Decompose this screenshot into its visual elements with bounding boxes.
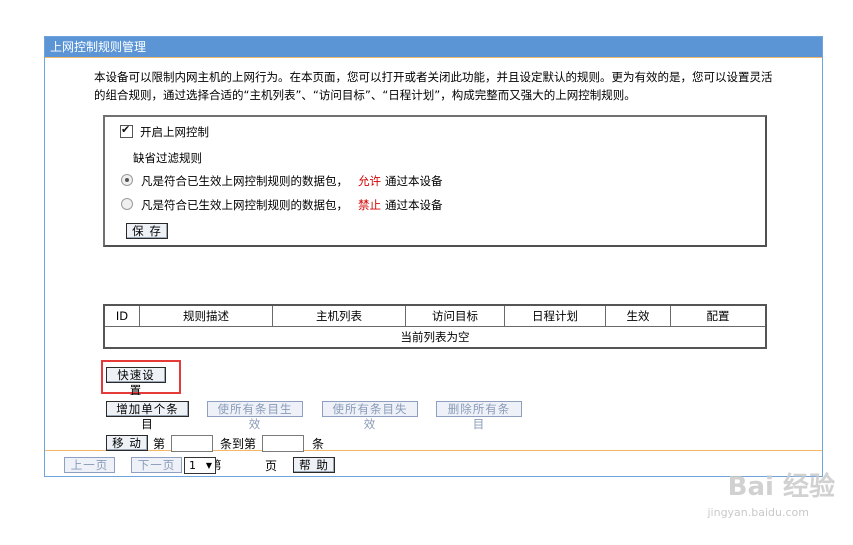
col-schedule: 日程计划 (504, 304, 606, 327)
enable-all-button[interactable]: 使所有条目生效 (207, 401, 303, 431)
panel-body: 本设备可以限制内网主机的上网行为。在本页面，您可以打开或者关闭此功能，并且设定默… (45, 57, 822, 452)
deny-option-row: 凡是符合已生效上网控制规则的数据包， 禁止 通过本设备 (121, 197, 443, 213)
next-page-button[interactable]: 下一页 (131, 457, 182, 473)
watermark-url: jingyan.baidu.com (707, 506, 809, 519)
allow-option-prefix: 凡是符合已生效上网控制规则的数据包， (141, 174, 348, 188)
col-rule-description: 规则描述 (139, 304, 273, 327)
allow-radio[interactable] (121, 174, 133, 186)
rules-table: ID 规则描述 主机列表 访问目标 日程计划 生效 配置 当前列表为空 (103, 304, 767, 349)
disable-all-button[interactable]: 使所有条目失效 (322, 401, 418, 431)
deny-option-suffix: 通过本设备 (385, 198, 443, 212)
page-select-value: 1 (189, 459, 196, 472)
enable-label: 开启上网控制 (140, 125, 209, 139)
deny-option-prefix: 凡是符合已生效上网控制规则的数据包， (141, 198, 348, 212)
default-rule-label: 缺省过滤规则 (133, 151, 202, 165)
move-button[interactable]: 移 动 (106, 435, 148, 451)
chevron-down-icon: ▼ (205, 461, 212, 470)
col-enabled: 生效 (605, 304, 671, 327)
allow-option-suffix: 通过本设备 (385, 174, 443, 188)
table-row: 当前列表为空 (103, 326, 767, 349)
help-button[interactable]: 帮 助 (293, 457, 335, 473)
enable-checkbox[interactable] (120, 123, 133, 138)
table-header-row: ID 规则描述 主机列表 访问目标 日程计划 生效 配置 (103, 304, 767, 327)
watermark-logo: Bai 经验 (727, 472, 835, 502)
move-from-label: 第 (153, 437, 166, 451)
col-id: ID (103, 304, 140, 327)
enable-row: 开启上网控制 (120, 123, 209, 140)
settings-group: 开启上网控制 缺省过滤规则 凡是符合已生效上网控制规则的数据包，允许通过本设备 … (103, 115, 767, 247)
col-access-target: 访问目标 (405, 304, 505, 327)
move-to-label: 条到第 (220, 437, 257, 451)
page-suffix-label: 页 (265, 459, 278, 473)
empty-list-text: 当前列表为空 (103, 326, 767, 349)
delete-all-button[interactable]: 删除所有条目 (436, 401, 522, 431)
move-to-input[interactable] (262, 435, 304, 452)
col-config: 配置 (670, 304, 767, 327)
rules-panel: 上网控制规则管理 本设备可以限制内网主机的上网行为。在本页面，您可以打开或者关闭… (44, 36, 823, 477)
deny-radio[interactable] (121, 198, 133, 210)
col-host-list: 主机列表 (272, 304, 406, 327)
description-text: 本设备可以限制内网主机的上网行为。在本页面，您可以打开或者关闭此功能，并且设定默… (94, 70, 773, 102)
panel-title: 上网控制规则管理 (45, 37, 822, 57)
quick-setup-button[interactable]: 快速设置 (106, 367, 166, 397)
allow-option-row: 凡是符合已生效上网控制规则的数据包， 允许 通过本设备 (121, 173, 443, 189)
prev-page-button[interactable]: 上一页 (64, 457, 115, 473)
move-from-input[interactable] (171, 435, 213, 452)
save-button[interactable]: 保 存 (126, 223, 168, 239)
deny-word: 禁止 (358, 198, 381, 212)
allow-word: 允许 (358, 174, 381, 188)
move-unit-label: 条 (312, 437, 325, 451)
page-select[interactable]: 1 ▼ (184, 457, 216, 474)
add-entry-button[interactable]: 增加单个条目 (106, 401, 189, 431)
